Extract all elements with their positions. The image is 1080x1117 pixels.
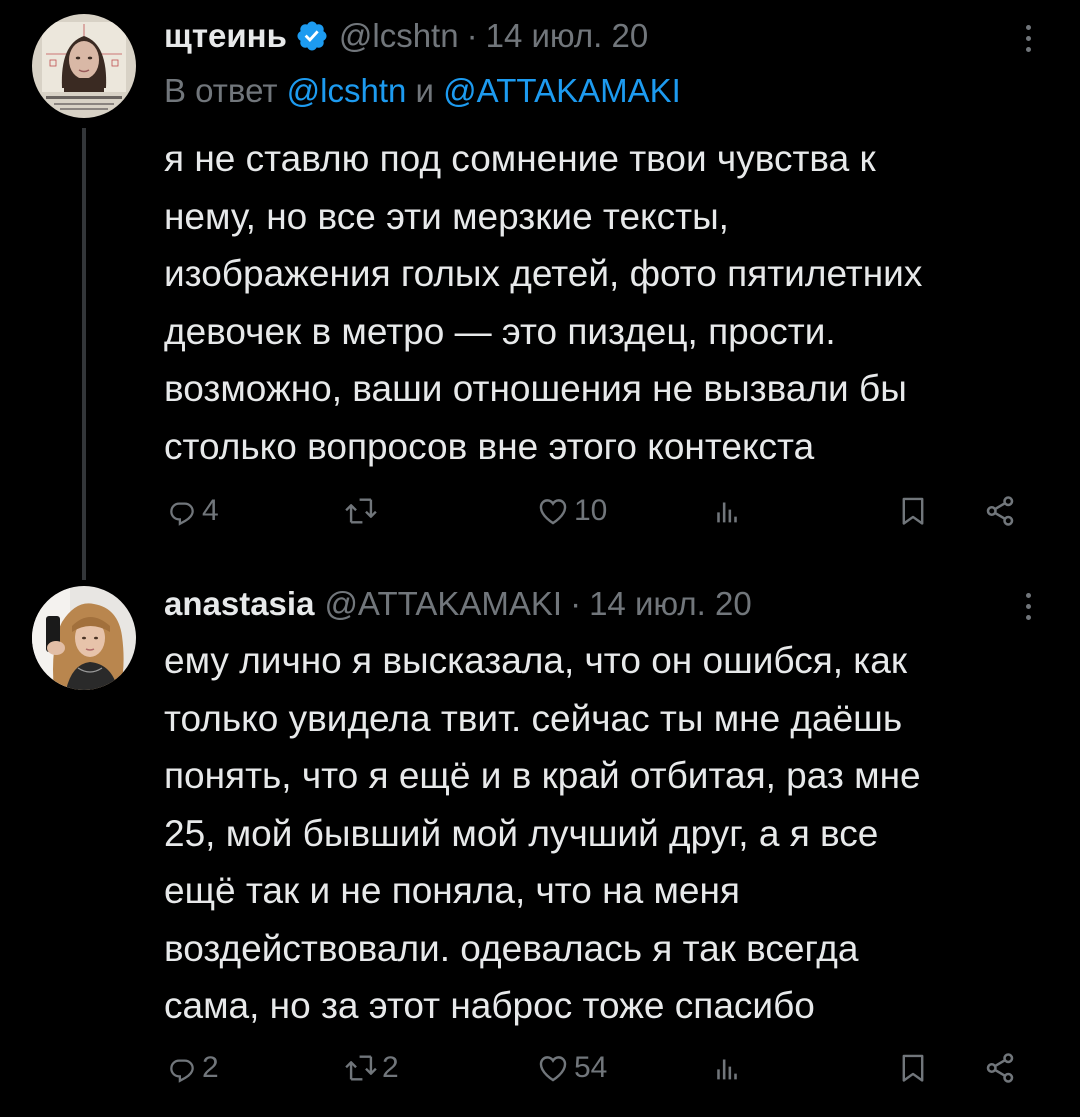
reply-mention-link[interactable]: @ATTAKAMAKI: [443, 72, 681, 109]
like-count: 10: [574, 494, 608, 527]
reply-icon: [166, 1052, 198, 1084]
repost-icon: [344, 494, 378, 528]
separator-dot: ·: [466, 17, 478, 54]
author-handle[interactable]: @lcshtn: [339, 17, 459, 55]
bookmark-button[interactable]: [896, 1043, 930, 1093]
views-button[interactable]: [710, 1043, 744, 1093]
tweet-date[interactable]: 14 июл. 20: [589, 585, 752, 623]
like-icon: [536, 494, 570, 528]
reply-context: В ответ @lcshtn и @ATTAKAMAKI: [164, 72, 681, 110]
tweet-text-line: я не ставлю под сомнение твои чувства к: [164, 138, 876, 179]
avatar[interactable]: [32, 586, 136, 690]
views-button[interactable]: [710, 486, 744, 536]
more-icon[interactable]: [1022, 18, 1034, 58]
author-name[interactable]: щтеинь: [164, 17, 287, 55]
avatar[interactable]: [32, 14, 136, 118]
views-icon: [710, 1051, 744, 1085]
like-icon: [536, 1051, 570, 1085]
like-button[interactable]: 10: [536, 486, 607, 536]
action-bar: 2 2 54: [166, 1043, 1036, 1093]
like-count: 54: [574, 1051, 608, 1084]
reply-prefix: В ответ: [164, 72, 278, 109]
bookmark-icon: [896, 1051, 930, 1085]
tweet-header: anastasia @ATTAKAMAKI · 14 июл. 20: [164, 584, 1020, 624]
tweet-header: щтеинь @lcshtn · 14 июл. 20: [164, 16, 1020, 56]
tweet-text-line: сама, но за этот наброс тоже спасибо: [164, 985, 815, 1026]
separator-dot: ·: [570, 585, 582, 622]
tweet-text-line: 25, мой бывший мой лучший друг, а я все: [164, 812, 879, 854]
tweet-text-line: девочек в метро — это пиздец, прости.: [164, 310, 836, 352]
tweet-text: ему лично я высказала, что он ошибся, ка…: [164, 632, 1044, 1035]
repost-icon: [344, 1051, 378, 1085]
bookmark-icon: [896, 494, 930, 528]
tweet-text-line: ещё так и не поняла, что на меня: [164, 870, 740, 911]
repost-button[interactable]: [344, 486, 382, 536]
tweet-text-line: изображения голых детей, фото пятилетних: [164, 253, 923, 294]
reply-count: 4: [202, 494, 219, 527]
thread-line: [82, 128, 86, 580]
author-handle[interactable]: @ATTAKAMAKI: [324, 585, 562, 623]
tweet[interactable]: щтеинь @lcshtn · 14 июл. 20 В ответ @lcs…: [0, 0, 1080, 580]
tweet-text-line: воздействовали. одевалась я так всегда: [164, 927, 859, 969]
views-icon: [710, 494, 744, 528]
tweet-text-line: возможно, ваши отношения не вызвали бы: [164, 368, 907, 409]
share-icon: [982, 493, 1018, 529]
tweet-text-line: столько вопросов вне этого контекста: [164, 425, 815, 467]
repost-count: 2: [382, 1051, 399, 1084]
tweet-text-line: ему лично я высказала, что он ошибся, ка…: [164, 640, 908, 681]
verified-badge-icon: [295, 19, 329, 53]
reply-mention-link[interactable]: @lcshtn: [287, 72, 407, 109]
reply-button[interactable]: 4: [166, 486, 219, 536]
repost-button[interactable]: 2: [344, 1043, 399, 1093]
share-button[interactable]: [982, 1043, 1018, 1093]
reply-icon: [166, 495, 198, 527]
author-name[interactable]: anastasia: [164, 585, 314, 623]
reply-count: 2: [202, 1051, 219, 1084]
tweet-text-line: понять, что я ещё и в край отбитая, раз …: [164, 755, 921, 796]
share-button[interactable]: [982, 486, 1018, 536]
reply-and: и: [415, 72, 434, 109]
action-bar: 4 10: [166, 486, 1036, 536]
tweet-text: я не ставлю под сомнение твои чувства к …: [164, 130, 1044, 475]
reply-button[interactable]: 2: [166, 1043, 219, 1093]
tweet[interactable]: anastasia @ATTAKAMAKI · 14 июл. 20 ему л…: [0, 580, 1080, 1117]
bookmark-button[interactable]: [896, 486, 930, 536]
tweet-date[interactable]: 14 июл. 20: [486, 17, 649, 55]
more-icon[interactable]: [1022, 586, 1034, 626]
like-button[interactable]: 54: [536, 1043, 607, 1093]
share-icon: [982, 1050, 1018, 1086]
tweet-text-line: только увидела твит. сейчас ты мне даёшь: [164, 697, 903, 739]
tweet-text-line: нему, но все эти мерзкие тексты,: [164, 195, 729, 237]
